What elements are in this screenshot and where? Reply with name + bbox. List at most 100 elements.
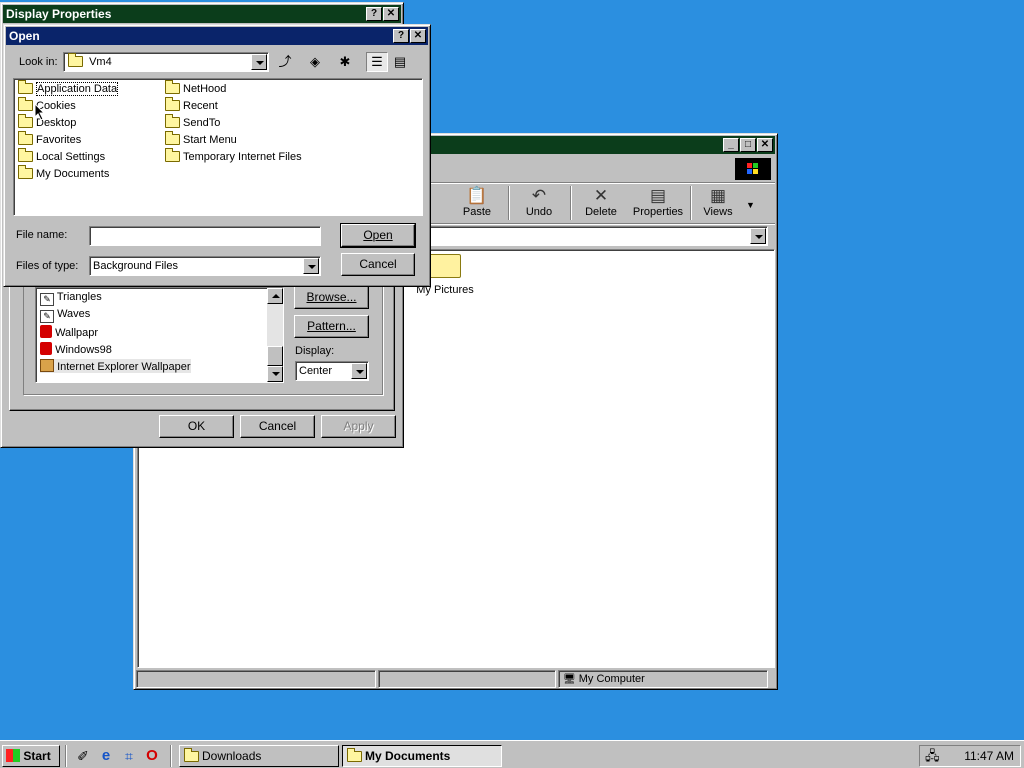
folder-item[interactable]: Desktop [18, 114, 76, 129]
folder-icon [165, 97, 180, 111]
taskbar-separator [65, 745, 67, 767]
my-documents-icon [347, 748, 362, 762]
properties-icon: ▤ [649, 186, 667, 205]
task-downloads[interactable]: Downloads [179, 745, 339, 767]
file-name-input[interactable] [89, 226, 321, 246]
folder-icon [18, 114, 33, 128]
look-in-dropdown-button[interactable] [251, 54, 267, 70]
folder-item[interactable]: Cookies [18, 97, 76, 112]
help-button[interactable]: ? [393, 29, 409, 43]
browse-button[interactable]: Browse... [294, 286, 369, 309]
document-icon [40, 342, 52, 355]
folder-item[interactable]: Start Menu [165, 131, 237, 146]
cancel-button[interactable]: Cancel [240, 415, 315, 438]
scroll-up-button[interactable] [267, 288, 283, 304]
status-bar: 🖥 My Computer [136, 670, 775, 688]
folder-icon [165, 131, 180, 145]
my-documents-icon [18, 165, 33, 179]
views-dropdown-icon[interactable]: ▼ [746, 200, 755, 210]
cancel-button[interactable]: Cancel [341, 253, 415, 276]
mouse-cursor-icon [34, 103, 46, 121]
folder-icon [18, 80, 33, 94]
files-of-type-dropdown-button[interactable] [303, 258, 319, 274]
wallpaper-list[interactable]: ✎ Triangles ✎ Waves Wallpapr Windows98 I… [35, 287, 284, 383]
paste-button[interactable]: 📋 Paste [452, 186, 502, 222]
folder-item[interactable]: SendTo [165, 114, 220, 129]
folder-icon [18, 148, 33, 162]
quick-launch-channels-icon[interactable]: ⌗ [120, 747, 138, 765]
undo-icon: ↶ [531, 186, 547, 205]
wallpaper-item[interactable]: ✎ Waves [40, 308, 90, 323]
minimize-button[interactable]: _ [723, 138, 739, 152]
folder-item[interactable]: NetHood [165, 80, 226, 95]
maximize-button[interactable]: □ [740, 138, 756, 152]
bitmap-icon: ✎ [40, 293, 54, 306]
wallpaper-item[interactable]: ✎ Triangles [40, 291, 102, 306]
folder-item[interactable]: My Documents [18, 165, 109, 180]
quick-launch-desktop-icon[interactable]: ✐ [74, 747, 92, 765]
display-mode-dropdown-button[interactable] [351, 363, 367, 379]
system-tray: 🖧 11:47 AM [919, 745, 1021, 767]
wallpaper-scrollbar[interactable] [267, 288, 283, 382]
properties-button[interactable]: ▤ Properties [628, 186, 688, 222]
folder-item[interactable]: Temporary Internet Files [165, 148, 302, 163]
network-icon[interactable]: 🖧 [925, 746, 940, 766]
list-view-icon[interactable]: ☰ [366, 52, 388, 72]
paste-icon: 📋 [466, 186, 488, 205]
delete-icon: ✕ [593, 186, 609, 205]
open-dialog-titlebar[interactable]: Open ? ✕ [6, 27, 428, 45]
pattern-button[interactable]: Pattern... [294, 315, 369, 338]
apply-button[interactable]: Apply [321, 415, 396, 438]
folder-item[interactable]: Application Data [18, 80, 119, 96]
open-dialog: Open ? ✕ Look in: Vm4 ⤴ ◈ ✱ ☰ ▤ Applicat… [3, 24, 431, 287]
display-properties-titlebar[interactable]: Display Properties ? ✕ [3, 5, 401, 23]
quick-launch-opera-icon[interactable]: O [143, 747, 161, 765]
folder-item[interactable]: Favorites [18, 131, 81, 146]
file-list[interactable]: Application Data Cookies Desktop Favorit… [13, 78, 423, 216]
display-mode-select[interactable]: Center [295, 361, 369, 381]
views-button[interactable]: ▦ Views [696, 186, 740, 222]
open-button[interactable]: Open [340, 223, 416, 248]
taskbar-separator [170, 745, 172, 767]
undo-button[interactable]: ↶ Undo [514, 186, 564, 222]
files-of-type-select[interactable]: Background Files [89, 256, 321, 276]
close-button[interactable]: ✕ [383, 7, 399, 21]
go-to-desktop-icon[interactable]: ◈ [304, 52, 326, 72]
clock[interactable]: 11:47 AM [964, 746, 1014, 766]
wallpaper-item-selected[interactable]: Internet Explorer Wallpaper [40, 359, 191, 373]
wallpaper-item[interactable]: Windows98 [40, 342, 112, 356]
html-wallpaper-icon [40, 359, 54, 372]
ok-button[interactable]: OK [159, 415, 234, 438]
folder-icon [165, 114, 180, 128]
delete-button[interactable]: ✕ Delete [576, 186, 626, 222]
new-folder-icon[interactable]: ✱ [334, 52, 356, 72]
up-one-level-icon[interactable]: ⤴ [274, 52, 296, 72]
folder-icon [184, 748, 199, 762]
close-button[interactable]: ✕ [757, 138, 773, 152]
file-name-label: File name: [16, 229, 68, 241]
help-button[interactable]: ? [366, 7, 382, 21]
folder-icon [18, 97, 33, 111]
scroll-down-button[interactable] [267, 366, 283, 382]
views-icon: ▦ [709, 186, 727, 205]
wallpaper-item[interactable]: Wallpapr [40, 325, 98, 339]
details-view-icon[interactable]: ▤ [389, 52, 411, 72]
folder-icon [165, 148, 180, 162]
close-button[interactable]: ✕ [410, 29, 426, 43]
folder-icon [429, 254, 461, 278]
folder-icon [18, 131, 33, 145]
look-in-select[interactable]: Vm4 [63, 52, 269, 72]
windows-logo-icon [735, 158, 771, 180]
scroll-thumb[interactable] [267, 346, 283, 366]
quick-launch-ie-icon[interactable]: e [97, 747, 115, 765]
address-dropdown-button[interactable] [750, 228, 766, 244]
start-button[interactable]: Start [2, 745, 60, 767]
address-bar[interactable] [424, 226, 768, 246]
computer-icon: 🖥 [563, 674, 576, 685]
bitmap-icon: ✎ [40, 310, 54, 323]
windows-flag-icon [6, 749, 20, 762]
folder-item[interactable]: Recent [165, 97, 218, 112]
task-my-documents[interactable]: My Documents [342, 745, 502, 767]
folder-item[interactable]: Local Settings [18, 148, 105, 163]
display-label: Display: [295, 345, 335, 357]
